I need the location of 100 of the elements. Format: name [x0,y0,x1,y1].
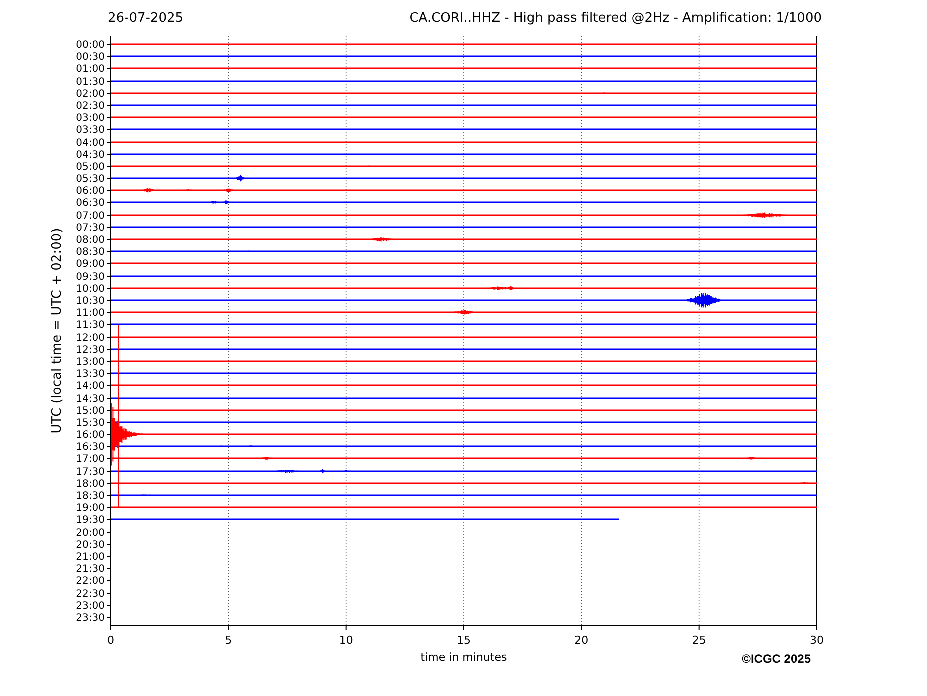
tick-mark [106,593,112,594]
tick-mark [106,178,112,179]
tick-mark [106,312,112,313]
tick-mark [106,129,112,130]
tick-mark [106,105,112,106]
time-label: 11:30 [76,320,105,331]
time-label: 23:00 [76,601,105,612]
tick-mark [106,117,112,118]
time-label: 09:00 [76,259,105,270]
tick-mark [106,458,112,459]
time-label: 04:30 [76,150,105,161]
tick-mark [106,300,112,301]
tick-mark [106,422,112,423]
tick-mark [106,617,112,618]
time-label: 02:00 [76,89,105,100]
tick-mark [106,532,112,533]
tick-mark [106,556,112,557]
tick-mark [106,190,112,191]
time-label: 18:30 [76,491,105,502]
time-label: 02:30 [76,101,105,112]
tick-label: 15 [457,634,471,647]
tick-label: 25 [692,634,706,647]
tick-mark [228,626,230,630]
copyright-text: ©ICGC 2025 [742,652,811,666]
time-label: 16:00 [76,430,105,441]
tick-mark [106,361,112,362]
time-label: 20:00 [76,528,105,539]
tick-mark [106,227,112,228]
tick-mark [106,446,112,447]
tick-mark [106,93,112,94]
tick-label: 5 [225,634,232,647]
time-label: 10:30 [76,296,105,307]
time-label: 03:00 [76,113,105,124]
time-label: 18:00 [76,479,105,490]
tick-mark [106,580,112,581]
tick-mark [106,276,112,277]
tick-mark [106,263,112,264]
time-label: 17:00 [76,454,105,465]
time-label: 22:00 [76,576,105,587]
time-label: 22:30 [76,589,105,600]
time-label: 10:00 [76,284,105,295]
time-label: 05:00 [76,162,105,173]
tick-mark [106,251,112,252]
tick-mark [106,239,112,240]
time-label: 19:30 [76,515,105,526]
time-label: 11:00 [76,308,105,319]
time-label: 05:30 [76,174,105,185]
time-label: 14:30 [76,394,105,405]
tick-mark [106,56,112,57]
tick-mark [106,337,112,338]
tick-mark [106,434,112,435]
tick-mark [106,44,112,45]
time-label: 13:30 [76,369,105,380]
tick-mark [106,166,112,167]
tick-mark [106,519,112,520]
time-label: 07:00 [76,211,105,222]
tick-mark [106,483,112,484]
time-label: 04:00 [76,138,105,149]
time-label: 01:00 [76,64,105,75]
time-label: 01:30 [76,77,105,88]
time-label: 13:00 [76,357,105,368]
tick-mark [106,154,112,155]
time-label: 12:30 [76,345,105,356]
time-label: 17:30 [76,467,105,478]
tick-mark [106,288,112,289]
tick-mark [110,626,112,630]
tick-mark [106,410,112,411]
x-axis-label: time in minutes [420,651,508,664]
tick-mark [346,626,347,630]
time-label: 00:30 [76,52,105,63]
time-label: 06:00 [76,186,105,197]
tick-mark [581,626,582,630]
tick-mark [106,507,112,508]
tick-mark [106,544,112,545]
y-axis-label: UTC (local time = UTC + 02:00) [50,228,65,434]
tick-label: 30 [810,634,824,647]
tick-mark [106,349,112,350]
time-label: 12:00 [76,333,105,344]
tick-mark [106,202,112,203]
plot-date: 26-07-2025 [108,11,184,28]
time-label: 20:30 [76,540,105,551]
tick-mark [106,385,112,386]
tick-mark [106,495,112,496]
tick-label: 20 [574,634,589,647]
tick-mark [698,626,700,630]
time-label: 15:30 [76,418,105,429]
time-label: 21:30 [76,564,105,575]
time-label: 00:00 [76,40,105,51]
time-label: 08:00 [76,235,105,246]
time-label: 07:30 [76,223,105,234]
tick-mark [106,142,112,143]
tick-mark [816,626,818,630]
time-label: 19:00 [76,503,105,514]
tick-mark [106,215,112,216]
tick-label: 0 [108,634,114,647]
plot-title: CA.CORI..HHZ - High pass filtered @2Hz - Amplification: 1/1000 [410,11,822,28]
time-label: 06:30 [76,198,105,209]
tick-mark [106,81,112,82]
time-label: 09:30 [76,272,105,283]
tick-mark [106,373,112,374]
